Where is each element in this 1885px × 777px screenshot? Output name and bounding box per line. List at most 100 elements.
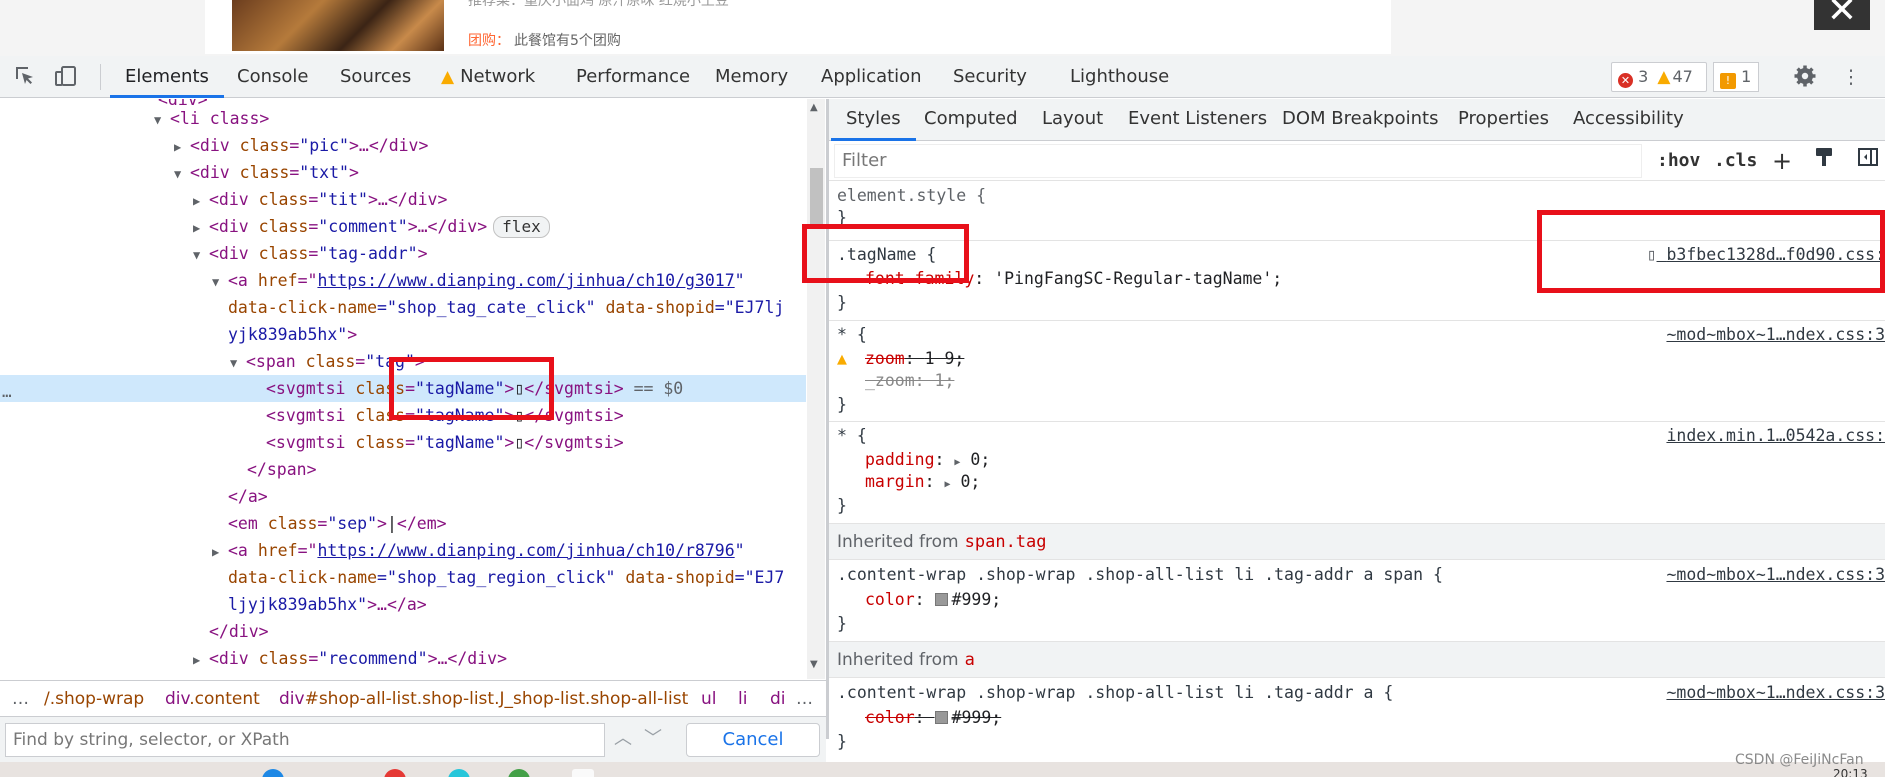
tab-layout[interactable]: Layout	[1027, 99, 1118, 141]
property-value[interactable]: 0;	[970, 450, 990, 469]
breadcrumb-item-li[interactable]: li	[738, 681, 747, 716]
tab-performance[interactable]: Performance	[561, 56, 705, 98]
rule-declaration[interactable]: color: #999;	[865, 707, 1001, 729]
property-value[interactable]: #999;	[952, 590, 1002, 609]
tab-memory[interactable]: Memory	[700, 56, 803, 98]
tab-computed[interactable]: Computed	[909, 99, 1033, 141]
settings-gear-icon[interactable]	[1792, 64, 1818, 90]
rule-source-link[interactable]: ~mod~mbox~1…ndex.css:3	[1666, 564, 1885, 586]
rule-declaration[interactable]: color: #999;	[865, 589, 1001, 611]
scroll-down-arrow-icon[interactable]: ▼	[810, 659, 818, 670]
find-cancel-button[interactable]: Cancel	[686, 723, 820, 757]
dom-line-div-pic[interactable]: ▶ <div class="pic">…</div>	[0, 132, 806, 159]
rule-tag-addr-span[interactable]: .content-wrap .shop-wrap .shop-all-list …	[829, 560, 1885, 642]
expand-triangle-icon[interactable]: ▶	[954, 457, 960, 468]
inherited-element-link[interactable]: span.tag	[965, 532, 1047, 552]
color-swatch[interactable]	[934, 711, 948, 724]
shop-photo[interactable]	[232, 0, 444, 51]
hover-state-toggle[interactable]: :hov	[1657, 146, 1700, 176]
property-text[interactable]: _zoom: 1;	[865, 371, 954, 390]
tab-elements[interactable]: Elements	[110, 56, 224, 98]
breadcrumb-item-shop-all-list[interactable]: div#shop-all-list.shop-list.J_shop-list.…	[279, 681, 688, 716]
collapse-triangle-icon[interactable]: ▶	[212, 539, 228, 566]
scroll-up-arrow-icon[interactable]: ▲	[810, 102, 818, 113]
rule-declaration[interactable]: padding: ▶ 0;	[865, 449, 990, 471]
tab-console[interactable]: Console	[222, 56, 323, 98]
collapse-triangle-icon[interactable]: ▶	[193, 215, 209, 242]
property-name[interactable]: color	[865, 590, 915, 609]
rule-declaration[interactable]: margin: ▶ 0;	[865, 471, 980, 493]
property-value[interactable]: 0;	[960, 472, 980, 491]
href-link[interactable]: https://www.dianping.com/jinhua/ch10/r87…	[317, 541, 734, 560]
href-link[interactable]: https://www.dianping.com/jinhua/ch10/g30…	[317, 271, 734, 290]
rule-declaration-disabled[interactable]: _zoom: 1;	[865, 370, 954, 392]
class-toggle[interactable]: .cls	[1714, 146, 1757, 176]
dom-line-a-cate-cont2[interactable]: yjk839ab5hx">	[0, 321, 806, 348]
property-name[interactable]: padding	[865, 450, 935, 469]
tab-dom-breakpoints[interactable]: DOM Breakpoints	[1267, 99, 1453, 141]
tab-sources[interactable]: Sources	[325, 56, 426, 98]
tab-lighthouse[interactable]: Lighthouse	[1055, 56, 1184, 98]
dom-line-div-tag-addr[interactable]: ▼ <div class="tag-addr">	[0, 240, 806, 267]
rule-tag-addr-a[interactable]: .content-wrap .shop-wrap .shop-all-list …	[829, 678, 1885, 762]
expand-triangle-icon[interactable]: ▶	[944, 479, 950, 490]
collapse-triangle-icon[interactable]: ▶	[193, 647, 209, 674]
property-value[interactable]: #999;	[952, 708, 1002, 727]
rule-source-link[interactable]: ~mod~mbox~1…ndex.css:3	[1666, 324, 1885, 346]
device-toolbar-icon[interactable]	[53, 64, 79, 90]
find-next-icon[interactable]: ﹀	[638, 723, 668, 757]
rule-selector[interactable]: * {	[837, 425, 867, 447]
close-icon[interactable]: ✕	[1814, 0, 1870, 30]
expand-triangle-icon[interactable]: ▼	[230, 350, 246, 377]
dom-line-a-region-cont2[interactable]: ljyjk839ab5hx">…</a>	[0, 591, 806, 618]
rule-universal-reset[interactable]: * { index.min.1…0542a.css: padding: ▶ 0;…	[829, 422, 1885, 524]
tab-application[interactable]: Application	[806, 56, 937, 98]
rule-selector[interactable]: .content-wrap .shop-wrap .shop-all-list …	[837, 564, 1443, 586]
flex-badge[interactable]: flex	[493, 216, 550, 238]
dom-line-li[interactable]: ▼ <li class>	[0, 105, 806, 132]
expand-triangle-icon[interactable]: ▼	[154, 107, 170, 134]
expand-triangle-icon[interactable]: ▼	[193, 242, 209, 269]
expand-triangle-icon[interactable]: ▼	[174, 161, 190, 188]
tab-security[interactable]: Security	[938, 56, 1042, 98]
find-input[interactable]: Find by string, selector, or XPath	[5, 723, 605, 757]
property-value[interactable]: 'PingFangSC-Regular-tagName';	[994, 269, 1282, 288]
breadcrumb-item-div[interactable]: di	[770, 681, 786, 716]
breadcrumb-scroll-right[interactable]: …	[796, 681, 813, 716]
dom-line-div-tit[interactable]: ▶ <div class="tit">…</div>	[0, 186, 806, 213]
property-name[interactable]: zoom	[865, 349, 905, 368]
rule-source-link[interactable]: index.min.1…0542a.css:	[1666, 425, 1885, 447]
errors-warnings-counter[interactable]: ✕ 3 ▲ 47	[1611, 62, 1707, 92]
toggle-sidebar-icon[interactable]	[1857, 146, 1879, 176]
tab-event-listeners[interactable]: Event Listeners	[1113, 99, 1282, 141]
dom-line-div-close[interactable]: </div>	[0, 618, 806, 645]
rule-selector[interactable]: * {	[837, 324, 867, 346]
dom-line-div-comment[interactable]: ▶ <div class="comment">…</div> flex	[0, 213, 806, 240]
rule-source-link[interactable]: ~mod~mbox~1…ndex.css:3	[1666, 682, 1885, 704]
warning-icon[interactable]: ▲	[837, 348, 847, 370]
dom-line-em-sep[interactable]: <em class="sep">|</em>	[0, 510, 806, 537]
more-options-icon[interactable]: ⋮	[1838, 64, 1864, 90]
collapse-triangle-icon[interactable]: ▶	[174, 134, 190, 161]
property-value[interactable]: 1 9;	[925, 349, 965, 368]
inspect-element-icon[interactable]	[12, 64, 38, 90]
rule-universal-zoom[interactable]: * { ~mod~mbox~1…ndex.css:3 ▲ zoom: 1 9; …	[829, 321, 1885, 422]
collapse-triangle-icon[interactable]: ▶	[193, 188, 209, 215]
tab-properties[interactable]: Properties	[1443, 99, 1564, 141]
dom-line-svgmtsi-3[interactable]: <svgmtsi class="tagName">▯</svgmtsi>	[0, 429, 806, 456]
issues-counter[interactable]: ! 1	[1713, 62, 1759, 92]
dom-line-a-cate-cont[interactable]: data-click-name="shop_tag_cate_click" da…	[0, 294, 806, 321]
dom-line-a-cate[interactable]: ▼ <a href="https://www.dianping.com/jinhu…	[0, 267, 806, 294]
dom-line-a-region-cont[interactable]: data-click-name="shop_tag_region_click" …	[0, 564, 806, 591]
breadcrumb-scroll-left[interactable]: …	[12, 681, 29, 716]
dom-line-span-close[interactable]: </span>	[0, 456, 806, 483]
rule-selector[interactable]: element.style {	[837, 185, 986, 207]
tab-accessibility[interactable]: Accessibility	[1558, 99, 1699, 141]
paint-brush-icon[interactable]	[1813, 146, 1835, 176]
styles-filter-input[interactable]: Filter	[834, 144, 1642, 178]
find-previous-icon[interactable]: ︿	[608, 723, 638, 757]
dom-line-a-close[interactable]: </a>	[0, 483, 806, 510]
new-style-rule-icon[interactable]: +	[1772, 146, 1792, 176]
rule-declaration[interactable]: zoom: 1 9;	[865, 348, 964, 370]
dom-line-div-txt[interactable]: ▼ <div class="txt">	[0, 159, 806, 186]
